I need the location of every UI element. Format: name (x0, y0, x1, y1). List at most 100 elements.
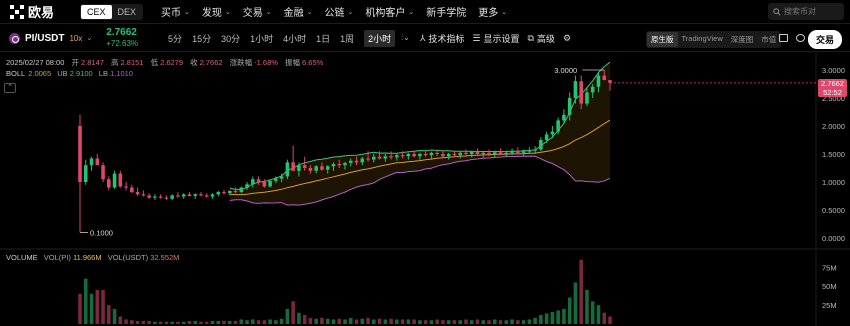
display-settings-button[interactable]: ☰ 显示设置 (472, 32, 519, 45)
lb-label: LB (98, 69, 108, 78)
menu-finance[interactable]: 金融 ⌄ (284, 4, 313, 19)
low-annotation: 0.1000 (90, 228, 113, 237)
high-label: 高 (111, 58, 119, 67)
volume-bar (521, 320, 526, 324)
candle-body (147, 195, 151, 198)
candle-body (78, 126, 82, 182)
volume-bar (308, 317, 313, 324)
candle-body (89, 158, 94, 166)
okx-logo[interactable]: 欧易 (10, 2, 66, 21)
volume-bar (429, 320, 434, 324)
view-marketcap[interactable]: 市值 (757, 32, 780, 47)
candle-body (452, 154, 457, 156)
menu-chain[interactable]: 公链 ⌄ (325, 4, 354, 19)
open-value: 2.8147 (80, 58, 104, 67)
interval-15m[interactable]: 15分 (192, 32, 211, 45)
candle-body (141, 194, 146, 196)
menu-trade[interactable]: 交易 ⌄ (243, 4, 272, 19)
candle-type-icon[interactable]: ⫶⌄ (401, 33, 410, 43)
close-value: 2.7662 (199, 58, 223, 67)
top-navbar: 欧易 CEX DEX 买币 ⌄ 发现 ⌄ 交易 ⌄ 金融 ⌄ 公链 ⌄ 机构客户 ⌄ 新手学… (0, 0, 850, 24)
interval-4h[interactable]: 4小时 (283, 32, 306, 45)
candle-body (302, 165, 307, 168)
candle-body (556, 120, 560, 132)
volume-bar (383, 319, 388, 324)
interval-1h[interactable]: 1小时 (250, 32, 273, 45)
interval-1w[interactable]: 1周 (340, 32, 354, 45)
indicators-button[interactable]: ⅄ 技术指标 (420, 32, 465, 45)
candle-body (216, 192, 221, 195)
gear-icon: ⚙ (562, 32, 572, 43)
candle-body (585, 92, 589, 104)
interval-2h[interactable]: 2小时 (364, 29, 396, 47)
ohlc-legend: 2025/02/27 08:00 开 2.8147 高 2.8151 低 2.6279… (6, 57, 328, 68)
volume-bar (550, 311, 555, 324)
price-tick-label: 2.0000 (822, 122, 845, 131)
volume-bar (567, 297, 572, 324)
chevron-down-icon: ⌄ (306, 8, 313, 16)
volume-bar (406, 319, 411, 324)
trade-button[interactable]: 交易 (807, 30, 842, 49)
menu-institutional[interactable]: 机构客户 ⌄ (365, 4, 414, 19)
volume-bar (291, 301, 295, 324)
vol-usdt-label: VOL(USDT) (107, 253, 149, 262)
collapse-legend-button[interactable]: ⌃ (4, 83, 16, 93)
chevron-down-icon: ⌄ (224, 8, 231, 16)
candle-body (539, 140, 543, 150)
volume-bar (222, 320, 226, 324)
interval-30m[interactable]: 30分 (221, 32, 240, 45)
price-chart[interactable]: 3.00002.50002.00001.50001.00000.50000.00… (0, 52, 850, 326)
cex-tab[interactable]: CEX (81, 4, 112, 19)
menu-learn[interactable]: 新手学院 (426, 4, 466, 19)
price-tick-label: 3.0000 (822, 66, 845, 75)
candle-body (268, 180, 272, 187)
boll-legend: BOLL 2.0065 UB 2.9100 LB 1.1010 (6, 69, 133, 78)
volume-bar (458, 320, 463, 324)
candle-body (527, 150, 532, 152)
candle-body (377, 156, 382, 159)
menu-buy-crypto[interactable]: 买币 ⌄ (161, 4, 190, 19)
view-depth[interactable]: 深度图 (727, 32, 758, 47)
candle-body (135, 192, 140, 195)
dex-tab[interactable]: DEX (112, 5, 143, 19)
volume-bar (498, 320, 503, 324)
volume-bar (262, 320, 267, 324)
candle-body (153, 196, 157, 198)
logo-text: 欧易 (28, 6, 55, 21)
volume-bar (481, 320, 486, 324)
candle-body (187, 194, 192, 196)
volume-bar (83, 278, 88, 324)
candle-body (400, 155, 405, 157)
candle-body (475, 151, 480, 154)
candle-body (579, 81, 583, 104)
view-native[interactable]: 原生版 (647, 32, 678, 47)
volume-bar (343, 319, 347, 324)
interval-5m[interactable]: 5分 (168, 32, 182, 45)
interval-1d[interactable]: 1日 (316, 32, 330, 45)
chevron-down-icon[interactable]: ⌄ (86, 34, 92, 42)
view-tradingview[interactable]: TradingView (678, 32, 727, 47)
candle-body (366, 158, 370, 160)
price-tick-label: 1.5000 (822, 150, 845, 159)
candle-body (158, 196, 163, 198)
pair-symbol[interactable]: PI/USDT (25, 33, 64, 44)
candle-body (256, 179, 261, 182)
chevron-down-icon: ⌄ (501, 8, 508, 16)
window-icon[interactable] (779, 34, 788, 42)
settings-button[interactable]: ⚙ (563, 33, 574, 44)
search-box[interactable] (768, 3, 844, 20)
candle-body (348, 160, 353, 163)
menu-discover[interactable]: 发现 ⌄ (202, 4, 231, 19)
vol-usdt-value: 32.552M (150, 253, 180, 262)
volume-bar (579, 259, 583, 324)
search-input[interactable] (784, 7, 842, 16)
volume-bar (135, 320, 140, 324)
candle-body (550, 131, 555, 135)
menu-label: 新手学院 (426, 8, 467, 19)
candle-body (251, 179, 255, 185)
screenshot-icon[interactable] (796, 34, 805, 42)
advanced-button[interactable]: ⧉ 高级 (527, 32, 554, 45)
candle-body (181, 194, 186, 197)
volume-bar (608, 316, 612, 324)
menu-more[interactable]: 更多 ⌄ (478, 4, 507, 19)
